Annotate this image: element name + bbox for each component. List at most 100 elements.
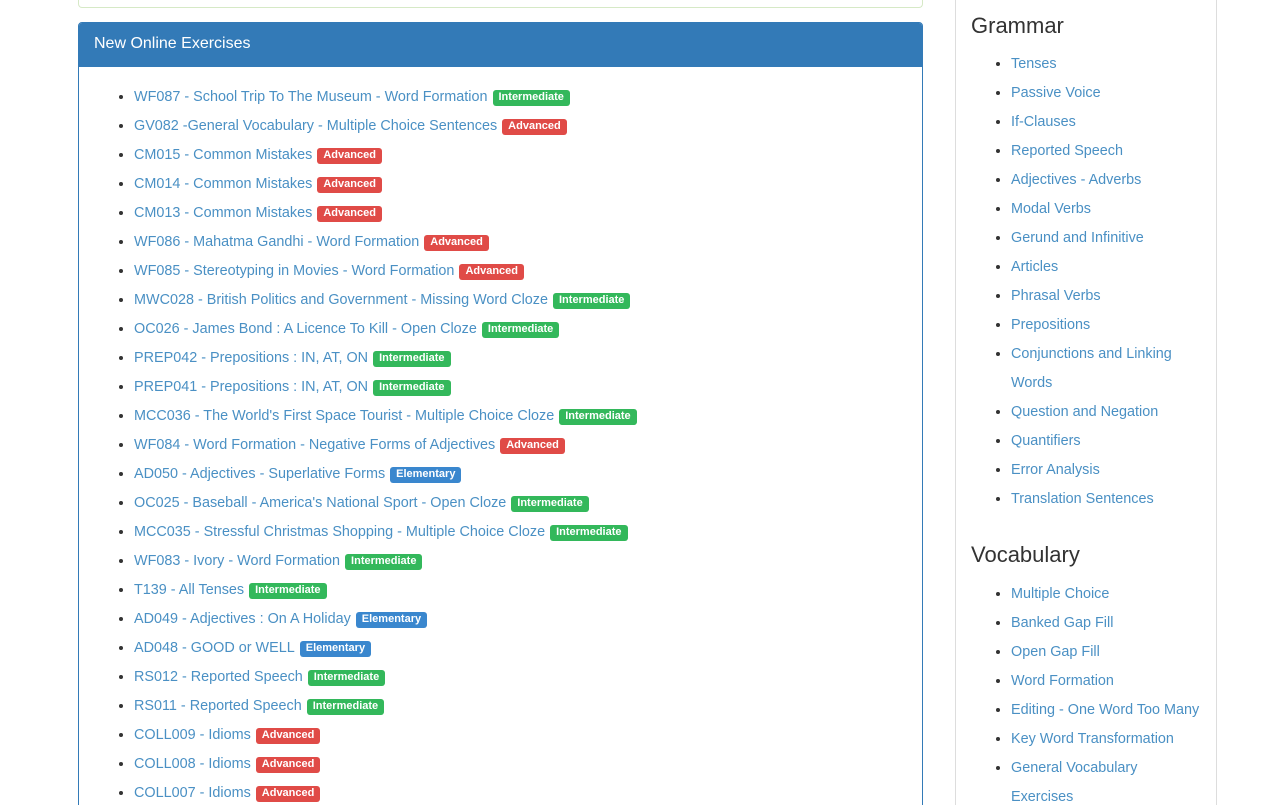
- sidebar-item-grammar[interactable]: Modal Verbs: [1011, 201, 1091, 217]
- sidebar-item-grammar[interactable]: Quantifiers: [1011, 433, 1081, 449]
- exercise-link[interactable]: CM015 - Common Mistakes: [134, 147, 312, 163]
- list-item: CM013 - Common Mistakes Advanced: [134, 198, 907, 227]
- sidebar-item-grammar[interactable]: Question and Negation: [1011, 404, 1158, 420]
- exercise-link[interactable]: AD050 - Adjectives - Superlative Forms: [134, 466, 385, 482]
- list-item: WF086 - Mahatma Gandhi - Word Formation A…: [134, 227, 907, 256]
- list-item: PREP041 - Prepositions : IN, AT, ON Inter…: [134, 372, 907, 401]
- exercise-link[interactable]: WF083 - Ivory - Word Formation: [134, 553, 340, 569]
- exercise-link[interactable]: AD049 - Adjectives : On A Holiday: [134, 611, 351, 627]
- list-item: Adjectives - Adverbs: [1011, 165, 1201, 194]
- sidebar-item-vocabulary[interactable]: Banked Gap Fill: [1011, 615, 1113, 631]
- level-badge: Intermediate: [511, 496, 588, 512]
- level-badge: Advanced: [317, 148, 382, 164]
- sidebar-item-grammar[interactable]: Translation Sentences: [1011, 491, 1154, 507]
- exercise-link[interactable]: RS012 - Reported Speech: [134, 669, 303, 685]
- grammar-list: Tenses Passive Voice If-Clauses Reported Sp…: [971, 49, 1201, 513]
- sidebar-item-grammar[interactable]: Adjectives - Adverbs: [1011, 172, 1141, 188]
- list-item: CM015 - Common Mistakes Advanced: [134, 140, 907, 169]
- list-item: Modal Verbs: [1011, 194, 1201, 223]
- exercise-link[interactable]: AD048 - GOOD or WELL: [134, 640, 295, 656]
- vocabulary-heading: Vocabulary: [971, 529, 1201, 570]
- list-item: AD048 - GOOD or WELLElementary: [134, 633, 907, 662]
- list-item: Translation Sentences: [1011, 484, 1201, 513]
- sidebar-item-grammar[interactable]: Reported Speech: [1011, 143, 1123, 159]
- level-badge: Intermediate: [307, 699, 384, 715]
- list-item: GV082 -General Vocabulary - Multiple Cho…: [134, 111, 907, 140]
- level-badge: Advanced: [424, 235, 489, 251]
- exercise-link[interactable]: T139 - All Tenses: [134, 582, 244, 598]
- list-item: T139 - All Tenses Intermediate: [134, 575, 907, 604]
- exercise-link[interactable]: WF086 - Mahatma Gandhi - Word Formation: [134, 234, 419, 250]
- sidebar-item-grammar[interactable]: If-Clauses: [1011, 114, 1076, 130]
- list-item: Question and Negation: [1011, 397, 1201, 426]
- sidebar-item-grammar[interactable]: Prepositions: [1011, 317, 1090, 333]
- success-panel-remnant: [78, 0, 923, 8]
- exercise-list: WF087 - School Trip To The Museum - Word…: [94, 82, 907, 805]
- exercise-link[interactable]: OC025 - Baseball - America's National Sp…: [134, 495, 506, 511]
- panel-body: WF087 - School Trip To The Museum - Word…: [79, 67, 922, 805]
- exercise-link[interactable]: MWC028 - British Politics and Government…: [134, 292, 548, 308]
- list-item: WF084 - Word Formation - Negative Forms …: [134, 430, 907, 459]
- grammar-heading: Grammar: [971, 0, 1201, 41]
- sidebar-item-vocabulary[interactable]: Word Formation: [1011, 673, 1114, 689]
- level-badge: Elementary: [356, 612, 427, 628]
- list-item: WF085 - Stereotyping in Movies - Word Fo…: [134, 256, 907, 285]
- exercise-link[interactable]: MCC036 - The World's First Space Tourist…: [134, 408, 554, 424]
- exercise-link[interactable]: COLL008 - Idioms: [134, 756, 251, 772]
- exercise-link[interactable]: PREP042 - Prepositions : IN, AT, ON: [134, 350, 368, 366]
- list-item: AD050 - Adjectives - Superlative Forms El…: [134, 459, 907, 488]
- list-item: Passive Voice: [1011, 78, 1201, 107]
- level-badge: Intermediate: [553, 293, 630, 309]
- list-item: Open Gap Fill: [1011, 637, 1201, 666]
- exercise-link[interactable]: CM014 - Common Mistakes: [134, 176, 312, 192]
- exercise-link[interactable]: OC026 - James Bond : A Licence To Kill -…: [134, 321, 477, 337]
- exercise-link[interactable]: COLL007 - Idioms: [134, 785, 251, 801]
- sidebar-item-vocabulary[interactable]: Open Gap Fill: [1011, 644, 1100, 660]
- level-badge: Intermediate: [249, 583, 326, 599]
- sidebar-item-vocabulary[interactable]: General Vocabulary Exercises: [1011, 760, 1137, 805]
- sidebar-item-vocabulary[interactable]: Editing - One Word Too Many: [1011, 702, 1199, 718]
- level-badge: Advanced: [459, 264, 524, 280]
- list-item: Articles: [1011, 252, 1201, 281]
- list-item: Gerund and Infinitive: [1011, 223, 1201, 252]
- list-item: WF087 - School Trip To The Museum - Word…: [134, 82, 907, 111]
- level-badge: Intermediate: [373, 380, 450, 396]
- exercise-link[interactable]: PREP041 - Prepositions : IN, AT, ON: [134, 379, 368, 395]
- list-item: PREP042 - Prepositions : IN, AT, ON Inter…: [134, 343, 907, 372]
- level-badge: Intermediate: [373, 351, 450, 367]
- level-badge: Intermediate: [482, 322, 559, 338]
- list-item: OC026 - James Bond : A Licence To Kill -…: [134, 314, 907, 343]
- level-badge: Elementary: [390, 467, 461, 483]
- sidebar-item-grammar[interactable]: Error Analysis: [1011, 462, 1100, 478]
- exercise-link[interactable]: WF084 - Word Formation - Negative Forms …: [134, 437, 495, 453]
- level-badge: Advanced: [256, 786, 321, 802]
- exercise-link[interactable]: RS011 - Reported Speech: [134, 698, 302, 714]
- level-badge: Intermediate: [308, 670, 385, 686]
- sidebar-item-grammar[interactable]: Passive Voice: [1011, 85, 1101, 101]
- page-title: New Online Exercises: [94, 33, 907, 56]
- sidebar-column: Grammar Tenses Passive Voice If-Clauses Rep…: [955, 0, 1217, 805]
- exercise-link[interactable]: MCC035 - Stressful Christmas Shopping - …: [134, 524, 545, 540]
- level-badge: Advanced: [317, 206, 382, 222]
- exercise-link[interactable]: WF085 - Stereotyping in Movies - Word Fo…: [134, 263, 454, 279]
- sidebar-item-grammar[interactable]: Articles: [1011, 259, 1058, 275]
- list-item: Tenses: [1011, 49, 1201, 78]
- list-item: CM014 - Common MistakesAdvanced: [134, 169, 907, 198]
- exercise-link[interactable]: CM013 - Common Mistakes: [134, 205, 312, 221]
- list-item: Multiple Choice: [1011, 579, 1201, 608]
- list-item: MCC036 - The World's First Space Tourist…: [134, 401, 907, 430]
- exercise-link[interactable]: GV082 -General Vocabulary - Multiple Cho…: [134, 118, 497, 134]
- list-item: General Vocabulary Exercises: [1011, 753, 1201, 805]
- sidebar-item-grammar[interactable]: Conjunctions and Linking Words: [1011, 346, 1172, 391]
- list-item: COLL009 - IdiomsAdvanced: [134, 720, 907, 749]
- sidebar-item-vocabulary[interactable]: Key Word Transformation: [1011, 731, 1174, 747]
- exercise-link[interactable]: COLL009 - Idioms: [134, 727, 251, 743]
- sidebar-item-grammar[interactable]: Phrasal Verbs: [1011, 288, 1101, 304]
- exercise-link[interactable]: WF087 - School Trip To The Museum - Word…: [134, 89, 488, 105]
- sidebar-item-grammar[interactable]: Gerund and Infinitive: [1011, 230, 1144, 246]
- sidebar-item-vocabulary[interactable]: Multiple Choice: [1011, 586, 1109, 602]
- sidebar-item-grammar[interactable]: Tenses: [1011, 56, 1057, 72]
- list-item: AD049 - Adjectives : On A Holiday Element…: [134, 604, 907, 633]
- list-item: Prepositions: [1011, 310, 1201, 339]
- level-badge: Intermediate: [550, 525, 627, 541]
